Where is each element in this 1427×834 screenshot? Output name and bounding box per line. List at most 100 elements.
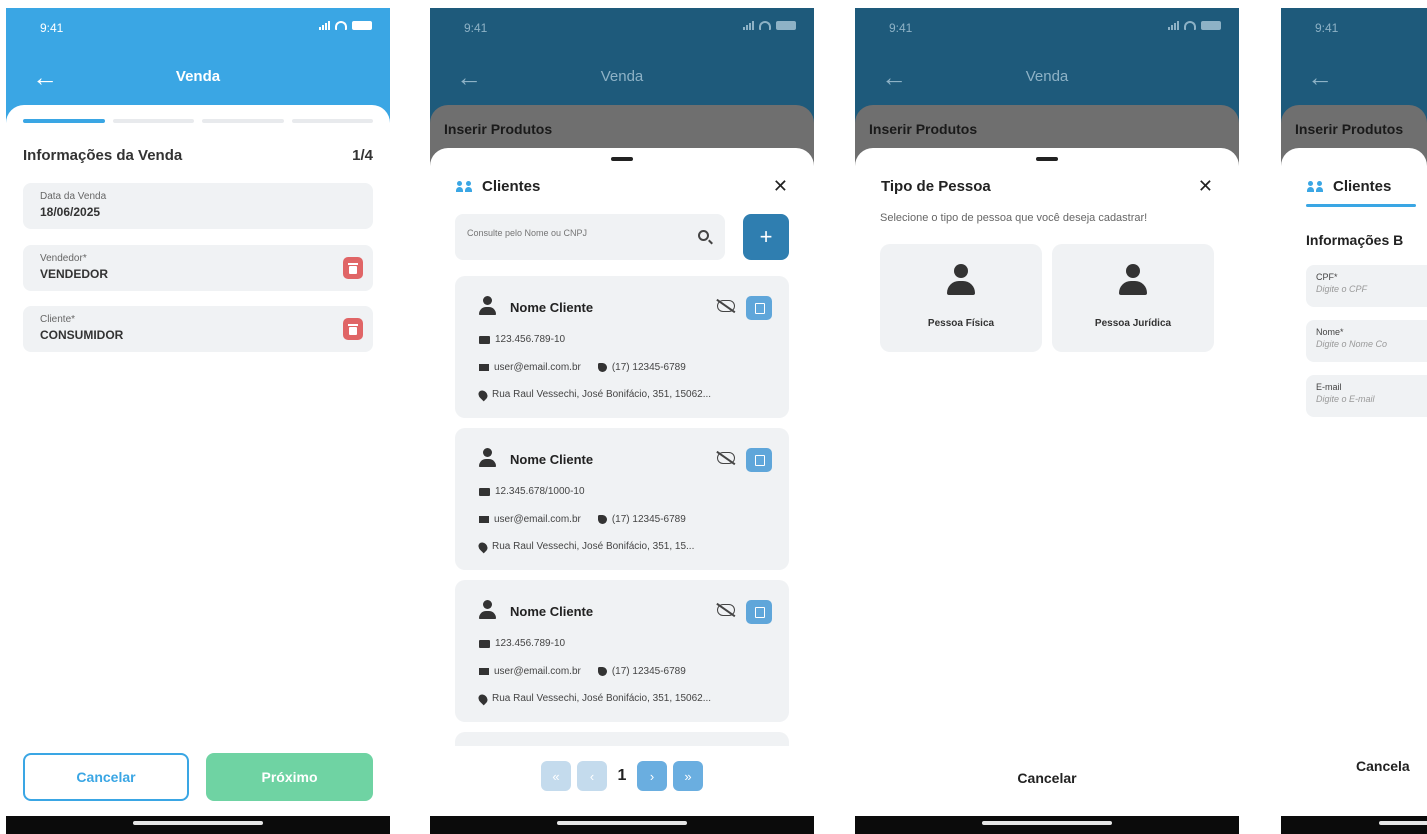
modal-title-text: Tipo de Pessoa bbox=[881, 178, 991, 195]
sale-date-field[interactable]: Data da Venda 18/06/2025 bbox=[23, 183, 373, 229]
trash-icon[interactable] bbox=[343, 257, 363, 279]
cloud-off-icon[interactable] bbox=[717, 452, 735, 464]
prev-page-button[interactable]: ‹ bbox=[577, 761, 607, 791]
status-time: 9:41 bbox=[1315, 21, 1339, 35]
client-document: 12.345.678/1000-10 bbox=[495, 486, 585, 497]
tab-clients[interactable]: Clientes bbox=[1307, 178, 1391, 195]
tab-underline bbox=[1306, 204, 1416, 207]
client-address: Rua Raul Vessechi, José Bonifácio, 351, … bbox=[492, 541, 695, 552]
person-type-modal: Tipo de Pessoa ✕ Selecione o tipo de pes… bbox=[855, 148, 1239, 816]
person-icon bbox=[947, 264, 975, 296]
cancel-button[interactable]: Cancela bbox=[1356, 758, 1410, 774]
client-phone: (17) 12345-6789 bbox=[611, 514, 686, 525]
company-option[interactable]: Pessoa Jurídica bbox=[1052, 244, 1214, 352]
modal-title: Tipo de Pessoa bbox=[881, 178, 991, 195]
home-indicator bbox=[6, 816, 390, 834]
status-bar: 9:41 bbox=[6, 8, 390, 48]
status-icons bbox=[319, 20, 372, 30]
next-page-button[interactable]: › bbox=[637, 761, 667, 791]
building-icon bbox=[479, 487, 490, 496]
client-card[interactable]: Nome Cliente 12.345.678/1000-10 user@ema… bbox=[455, 428, 789, 570]
location-pin-icon bbox=[476, 388, 490, 401]
edit-button[interactable] bbox=[746, 448, 772, 472]
edit-button[interactable] bbox=[746, 296, 772, 320]
battery-icon bbox=[776, 21, 796, 30]
app-bar: ← Venda bbox=[855, 60, 1239, 96]
edit-button[interactable] bbox=[746, 600, 772, 624]
app-bar: ← Venda bbox=[430, 60, 814, 96]
step-indicator bbox=[112, 119, 194, 123]
client-phone: (17) 12345-6789 bbox=[611, 666, 686, 677]
close-icon[interactable]: ✕ bbox=[1198, 176, 1213, 197]
modal-subtitle: Selecione o tipo de pessoa que você dese… bbox=[880, 212, 1148, 224]
first-page-button[interactable]: « bbox=[541, 761, 571, 791]
field-label: Cliente* bbox=[40, 314, 76, 325]
background-title: Inserir Produtos bbox=[869, 121, 978, 137]
next-button[interactable]: Próximo bbox=[206, 753, 373, 801]
client-phone: (17) 12345-6789 bbox=[611, 362, 686, 373]
step-progress bbox=[23, 119, 373, 123]
drag-handle[interactable] bbox=[1036, 157, 1058, 161]
screen-client-list: 9:41 ← Venda Inserir Produtos Clientes ✕… bbox=[430, 8, 814, 834]
client-email: user@email.com.br bbox=[494, 666, 581, 677]
cancel-button[interactable]: Cancelar bbox=[855, 770, 1239, 786]
battery-icon bbox=[352, 21, 372, 30]
last-page-button[interactable]: » bbox=[673, 761, 703, 791]
cloud-off-icon[interactable] bbox=[717, 300, 735, 312]
seller-field[interactable]: Vendedor* VENDEDOR bbox=[23, 245, 373, 291]
id-card-icon bbox=[479, 335, 490, 344]
client-address: Rua Raul Vessechi, José Bonifácio, 351, … bbox=[492, 389, 712, 400]
client-card[interactable]: Nome Cliente 123.456.789-10 user@email.c… bbox=[455, 580, 789, 722]
location-pin-icon bbox=[476, 692, 490, 705]
client-card[interactable]: Nome Cliente 123.456.789-10 user@email.c… bbox=[455, 276, 789, 418]
status-bar: 9:41 bbox=[855, 8, 1239, 48]
field-value: VENDEDOR bbox=[40, 267, 109, 281]
name-field[interactable]: Nome* Digite o Nome Co bbox=[1306, 320, 1427, 362]
pagination: « ‹ 1 › » bbox=[430, 761, 814, 791]
trash-icon[interactable] bbox=[343, 318, 363, 340]
field-placeholder: Digite o CPF bbox=[1316, 284, 1368, 294]
field-label: Vendedor* bbox=[40, 253, 87, 264]
person-icon bbox=[479, 448, 496, 468]
page-title: Venda bbox=[1025, 68, 1069, 85]
step-indicator bbox=[291, 119, 373, 123]
app-bar: ← bbox=[1281, 60, 1427, 96]
wifi-icon bbox=[1184, 21, 1196, 30]
status-bar: 9:41 bbox=[430, 8, 814, 48]
section-title: Informações B bbox=[1306, 232, 1404, 248]
option-label: Pessoa Jurídica bbox=[1094, 318, 1172, 329]
status-time: 9:41 bbox=[40, 21, 64, 35]
page-title: Venda bbox=[600, 68, 644, 85]
users-icon bbox=[456, 180, 474, 193]
field-placeholder: Digite o E-mail bbox=[1316, 394, 1375, 404]
client-document: 123.456.789-10 bbox=[495, 638, 566, 649]
home-indicator bbox=[430, 816, 814, 834]
email-field[interactable]: E-mail Digite o E-mail bbox=[1306, 375, 1427, 417]
cpf-field[interactable]: CPF* Digite o CPF bbox=[1306, 265, 1427, 307]
individual-option[interactable]: Pessoa Física bbox=[880, 244, 1042, 352]
search-input[interactable] bbox=[467, 228, 687, 238]
tab-label: Clientes bbox=[1333, 178, 1392, 195]
close-icon[interactable]: ✕ bbox=[773, 176, 788, 197]
status-time: 9:41 bbox=[889, 21, 913, 35]
field-label: Data da Venda bbox=[40, 191, 107, 202]
search-icon[interactable] bbox=[698, 230, 709, 241]
client-list: Nome Cliente 123.456.789-10 user@email.c… bbox=[455, 276, 789, 746]
signal-icon bbox=[743, 20, 754, 30]
cancel-button[interactable]: Cancelar bbox=[23, 753, 189, 801]
phone-icon bbox=[597, 515, 607, 524]
id-card-icon bbox=[479, 639, 490, 648]
client-field[interactable]: Cliente* CONSUMIDOR bbox=[23, 306, 373, 352]
page-title: Venda bbox=[175, 68, 221, 85]
background-title: Inserir Produtos bbox=[444, 121, 553, 137]
form-sheet: Informações da Venda 1/4 Data da Venda 1… bbox=[6, 105, 390, 816]
option-label: Pessoa Física bbox=[927, 318, 995, 329]
cloud-off-icon[interactable] bbox=[717, 604, 735, 616]
client-document: 123.456.789-10 bbox=[495, 334, 566, 345]
business-person-icon bbox=[1119, 264, 1147, 296]
add-client-button[interactable]: + bbox=[743, 214, 789, 260]
section-title: Informações da Venda bbox=[23, 147, 183, 164]
drag-handle[interactable] bbox=[611, 157, 633, 161]
screen-person-type: 9:41 ← Venda Inserir Produtos Tipo de Pe… bbox=[855, 8, 1239, 834]
client-card[interactable] bbox=[455, 732, 789, 746]
